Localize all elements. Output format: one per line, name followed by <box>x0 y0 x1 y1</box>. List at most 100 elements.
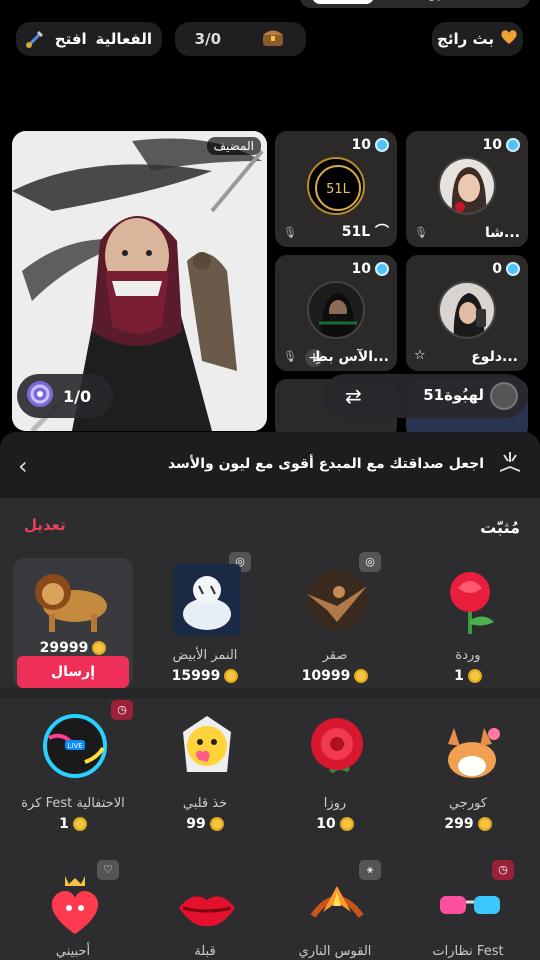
coin-icon <box>467 669 482 683</box>
treasure-icon <box>260 26 286 52</box>
progress-value: 3/0 <box>194 30 222 48</box>
lips-icon <box>173 872 241 944</box>
coin-icon <box>224 669 239 683</box>
edit-button[interactable]: تعديل <box>24 516 66 534</box>
sparkle-book-icon <box>498 450 522 478</box>
gift-fest-glasses[interactable]: ◷ نظارات Fest <box>408 860 528 960</box>
gift-price: 15999 <box>145 668 265 684</box>
top-strip: 87 <box>300 0 530 8</box>
gift-price: 10 <box>275 816 395 832</box>
gift-kiss[interactable]: قبلة <box>145 872 265 960</box>
avatar <box>438 281 496 339</box>
diamond-icon <box>375 138 389 152</box>
top-number: 87 <box>428 0 443 4</box>
seat-score: 0 <box>492 261 520 277</box>
gift-panel: ‹ اجعل صداقتك مع المبدع أقوى مع ليون وال… <box>0 432 540 960</box>
muted-mic-icon: 🎙 <box>414 226 428 239</box>
seat-score: 10 <box>352 137 389 153</box>
seat-name: دلوع... <box>471 349 518 365</box>
seat-2[interactable]: 10 51L 🎙 51L ⌒ <box>275 131 397 247</box>
seat-score: 10 <box>352 261 389 277</box>
gift-name: صقر <box>322 648 348 663</box>
swap-icon[interactable]: ⇄ <box>345 384 362 408</box>
seat-4[interactable]: 10 🎙 + الآس بطِ... <box>275 255 397 371</box>
fire-bow-icon <box>303 872 371 944</box>
seat-name: 51L ⌒ <box>341 224 389 240</box>
top-white-pill <box>312 0 374 4</box>
star-icon: ☆ <box>414 348 426 363</box>
trending-label: بث رائج <box>437 30 494 48</box>
clock-icon: ◷ <box>111 700 133 720</box>
gift-name: النمر الأبيض <box>172 648 238 663</box>
seat-score: 10 <box>483 137 520 153</box>
gift-fest-ball[interactable]: ◷ LIVE كرة Fest الاحتفالية 1 <box>13 700 133 842</box>
diamond-icon <box>506 262 520 276</box>
lion-icon <box>23 562 123 634</box>
seat-3[interactable]: 0 ☆ دلوع... <box>406 255 528 371</box>
gift-name: كرة Fest الاحتفالية <box>21 796 125 811</box>
falcon-icon <box>303 564 371 636</box>
gift-white-tiger[interactable]: ◎ النمر الأبيض 15999 <box>145 552 265 694</box>
seat-1[interactable]: 10 🎙 شا... <box>406 131 528 247</box>
gift-price: 99 <box>145 816 265 832</box>
row-separator <box>0 688 540 698</box>
open-label[interactable]: افتح <box>55 30 87 48</box>
host-badge: المضيف <box>206 137 261 155</box>
gift-price: 299 <box>408 816 528 832</box>
gift-name: وردة <box>455 648 481 663</box>
coin-icon <box>72 817 87 831</box>
vortex-icon <box>25 379 55 413</box>
coin-icon <box>209 817 224 831</box>
coin-icon <box>477 817 492 831</box>
avatar <box>438 157 496 215</box>
trending-live-pill[interactable]: بث رائج <box>432 22 523 56</box>
muted-mic-icon: 🎙 <box>283 350 297 363</box>
gift-take-my-heart[interactable]: خذ قلبي 99 <box>145 712 265 842</box>
muted-mic-icon: 🎙 <box>283 226 297 239</box>
seat-name: الآس بطِ... <box>313 349 389 365</box>
white-tiger-icon <box>173 564 241 636</box>
gift-fire-bow[interactable]: ⚹ القوس الناري <box>275 860 395 960</box>
swap-pill[interactable]: ⇄ لهبُوة51 <box>323 374 528 418</box>
ball-icon: LIVE <box>41 712 109 784</box>
gift-falcon[interactable]: ◎ صقر 10999 <box>275 552 395 694</box>
gift-name: كورجي <box>448 796 488 811</box>
coin-icon <box>354 669 369 683</box>
diamond-icon <box>506 138 520 152</box>
progress-pill[interactable]: 3/0 <box>175 22 306 56</box>
gift-rose[interactable]: وردة 1 <box>408 564 528 694</box>
panel-title: اجعل صداقتك مع المبدع أقوى مع ليون والأس… <box>167 456 484 472</box>
rose-icon <box>303 712 371 784</box>
rose-icon <box>436 564 504 636</box>
gift-love-me[interactable]: ♡ أحبيني <box>13 860 133 960</box>
gift-name: خذ قلبي <box>182 796 228 811</box>
gift-price: 1 <box>13 816 133 832</box>
send-button[interactable]: إرسال <box>17 656 129 688</box>
heart-crown-icon <box>41 872 109 944</box>
event-pill[interactable]: افتح الفعالية <box>16 22 162 56</box>
mic-counter[interactable]: 1/0 <box>17 374 113 418</box>
gift-name: قبلة <box>194 944 216 959</box>
back-icon[interactable]: ‹ <box>18 452 28 480</box>
gift-panel-header: ‹ اجعل صداقتك مع المبدع أقوى مع ليون وال… <box>0 432 540 498</box>
sunglasses-icon <box>436 872 504 944</box>
counter-value: 1/0 <box>63 386 92 406</box>
coin-icon <box>339 817 354 831</box>
gift-price: 1 <box>408 668 528 684</box>
pinned-label: مُثبّت <box>480 518 520 537</box>
diamond-icon <box>375 262 389 276</box>
sword-icon <box>24 28 46 50</box>
corgi-icon <box>436 712 504 784</box>
gift-name: القوس الناري <box>298 944 372 959</box>
gift-price: 10999 <box>275 668 395 684</box>
svg-text:LIVE: LIVE <box>67 742 82 750</box>
avatar: 51L <box>307 157 365 215</box>
gift-corgi[interactable]: كورجي 299 <box>408 712 528 842</box>
svg-text:51L: 51L <box>326 182 351 197</box>
event-label: الفعالية <box>95 30 152 48</box>
gift-rosa[interactable]: روزا 10 <box>275 712 395 842</box>
gift-name: روزا <box>323 796 347 811</box>
seat-name: شا... <box>485 225 520 241</box>
heart-emoji-icon <box>173 712 241 784</box>
gift-name: نظارات Fest <box>432 944 504 959</box>
